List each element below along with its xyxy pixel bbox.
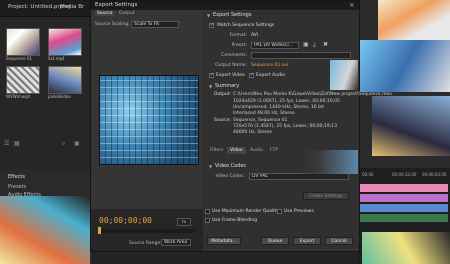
export-video-checkbox[interactable] <box>209 72 214 78</box>
collapse-triangle-icon[interactable]: ▼ <box>207 13 210 18</box>
queue-button[interactable]: Queue <box>261 237 289 245</box>
project-panel-toolbar: ☰ ▦ ⌕ ▣ <box>2 140 90 148</box>
match-sequence-checkbox[interactable] <box>209 22 214 28</box>
source-scaling-dropdown[interactable]: Scale To Fit <box>131 21 179 28</box>
source-range-dropdown[interactable]: Work Area <box>161 239 191 246</box>
output-name-link[interactable]: Sequence 01.avi <box>251 63 288 68</box>
preview-frame-image <box>100 76 198 164</box>
source-output-tabs: Source Output <box>95 11 195 18</box>
timeline-clip[interactable] <box>360 184 448 192</box>
export-settings-header: Export Settings <box>213 12 252 18</box>
frame-blending-label: Use Frame Blending <box>212 218 258 223</box>
export-audio-label: Export Audio <box>256 73 285 78</box>
dialog-title: Export Settings <box>95 2 138 8</box>
video-codec-dropdown[interactable]: DV PAL <box>249 173 349 180</box>
effects-folder-presets[interactable]: Presets <box>8 184 26 190</box>
export-settings-dialog: Export Settings × Source Output Source S… <box>90 0 392 252</box>
use-previews-label: Use Previews <box>284 209 314 214</box>
tab-audio[interactable]: Audio <box>247 147 266 154</box>
export-audio-checkbox[interactable] <box>249 72 254 78</box>
project-item-thumbnail[interactable] <box>6 28 40 56</box>
max-render-quality-label: Use Maximum Render Quality <box>212 209 279 214</box>
media-browser-tab-title[interactable]: Media Br <box>60 4 84 10</box>
project-item-thumbnail[interactable] <box>48 28 82 56</box>
comments-label: Comments: <box>221 53 247 58</box>
preset-dropdown[interactable]: PAL DV Widescr... <box>251 42 299 49</box>
video-codec-header: Video Codec <box>215 163 247 169</box>
current-timecode[interactable]: 00;00;00;00 <box>99 216 152 225</box>
save-preset-icon[interactable]: ▣ <box>303 41 309 48</box>
summary-header: Summary <box>215 83 240 89</box>
timeline-clip[interactable] <box>360 214 448 222</box>
export-button[interactable]: Export <box>293 237 321 245</box>
project-item-label: Sequence 01 <box>6 56 33 61</box>
source-range-label: Source Range: <box>129 241 162 246</box>
dialog-titlebar[interactable]: Export Settings × <box>91 1 359 10</box>
metadata-button[interactable]: Metadata... <box>207 237 241 245</box>
project-item-label: Sxt.mp4 <box>48 56 65 61</box>
effects-folder-audio-transitions[interactable]: Audio Transitions <box>8 200 51 206</box>
project-item-label: WVWnhwq4 <box>6 94 31 99</box>
tab-source[interactable]: Source <box>95 11 115 16</box>
project-item-thumbnail[interactable] <box>48 66 82 94</box>
project-item-thumbnail[interactable] <box>6 66 40 94</box>
list-view-icon[interactable]: ☰ <box>4 140 9 147</box>
close-icon[interactable]: × <box>349 1 354 9</box>
icon-view-icon[interactable]: ▦ <box>14 140 20 147</box>
summary-output-line: Interlaced 48.00 Hz, Stereo <box>233 111 295 116</box>
search-icon[interactable]: ⌕ <box>62 140 65 148</box>
timeline-scrubber[interactable] <box>99 229 195 233</box>
timeline-clip[interactable] <box>360 204 448 212</box>
playhead-handle[interactable] <box>98 227 101 234</box>
settings-tabs: Filters Video Audio FTP <box>207 147 297 155</box>
summary-output-label: Output: <box>213 92 231 97</box>
project-item-label: pixlelkkdoo <box>48 94 71 99</box>
comments-field[interactable] <box>251 52 351 59</box>
import-preset-icon[interactable]: ⤓ <box>313 41 316 49</box>
output-name-label: Output Name: <box>215 63 247 68</box>
tab-video[interactable]: Video <box>227 147 246 154</box>
export-video-label: Export Video <box>216 73 245 78</box>
collapse-triangle-icon[interactable]: ▼ <box>209 84 212 89</box>
summary-source-line: 48000 Hz, Stereo <box>233 130 273 135</box>
tab-output[interactable]: Output <box>117 11 137 16</box>
new-item-icon[interactable]: ▣ <box>74 140 80 147</box>
project-panel: Project: Untitled.prproj Media Br Sequen… <box>0 0 92 264</box>
max-render-quality-checkbox[interactable] <box>205 209 210 214</box>
use-previews-checkbox[interactable] <box>277 209 282 214</box>
codec-settings-button[interactable]: Codec Settings <box>303 192 349 200</box>
effects-folder-audio-effects[interactable]: Audio Effects <box>8 192 41 198</box>
frame-blending-checkbox[interactable] <box>205 218 210 223</box>
source-scaling-row: Source Scaling: Scale To Fit <box>95 21 199 29</box>
project-panel-tab[interactable]: Project: Untitled.prproj Media Br <box>0 0 92 17</box>
format-value[interactable]: AVI <box>251 33 258 38</box>
tab-filters[interactable]: Filters <box>207 147 227 154</box>
source-scaling-label: Source Scaling: <box>95 22 130 27</box>
cancel-button[interactable]: Cancel <box>325 237 353 245</box>
effects-panel: Effects Presets Audio Effects Audio Tran… <box>0 170 92 264</box>
fit-dropdown[interactable]: Fit <box>177 218 191 226</box>
delete-preset-icon[interactable]: ✖ <box>323 41 328 48</box>
video-codec-label: Video Codec: <box>215 174 245 179</box>
video-preview <box>99 75 199 165</box>
timeline-timecode: 00;00;64;00 <box>422 172 447 177</box>
summary-output-path: C:\Users\Neu Pau Marko K\Gawe\Video\Zaf\… <box>233 92 392 97</box>
timeline-clip[interactable] <box>360 194 448 202</box>
format-label: Format: <box>229 33 247 38</box>
collapse-triangle-icon[interactable]: ▼ <box>209 164 212 169</box>
timeline-timecode: 00;00 <box>362 172 374 177</box>
effects-tab[interactable]: Effects <box>8 174 25 180</box>
tab-ftp[interactable]: FTP <box>267 147 281 154</box>
match-sequence-label: Match Sequence Settings <box>217 23 275 28</box>
timeline-timecode: 00;00;32;00 <box>392 172 417 177</box>
preset-label: Preset: <box>231 43 247 48</box>
summary-source-label: Source: <box>214 118 231 123</box>
